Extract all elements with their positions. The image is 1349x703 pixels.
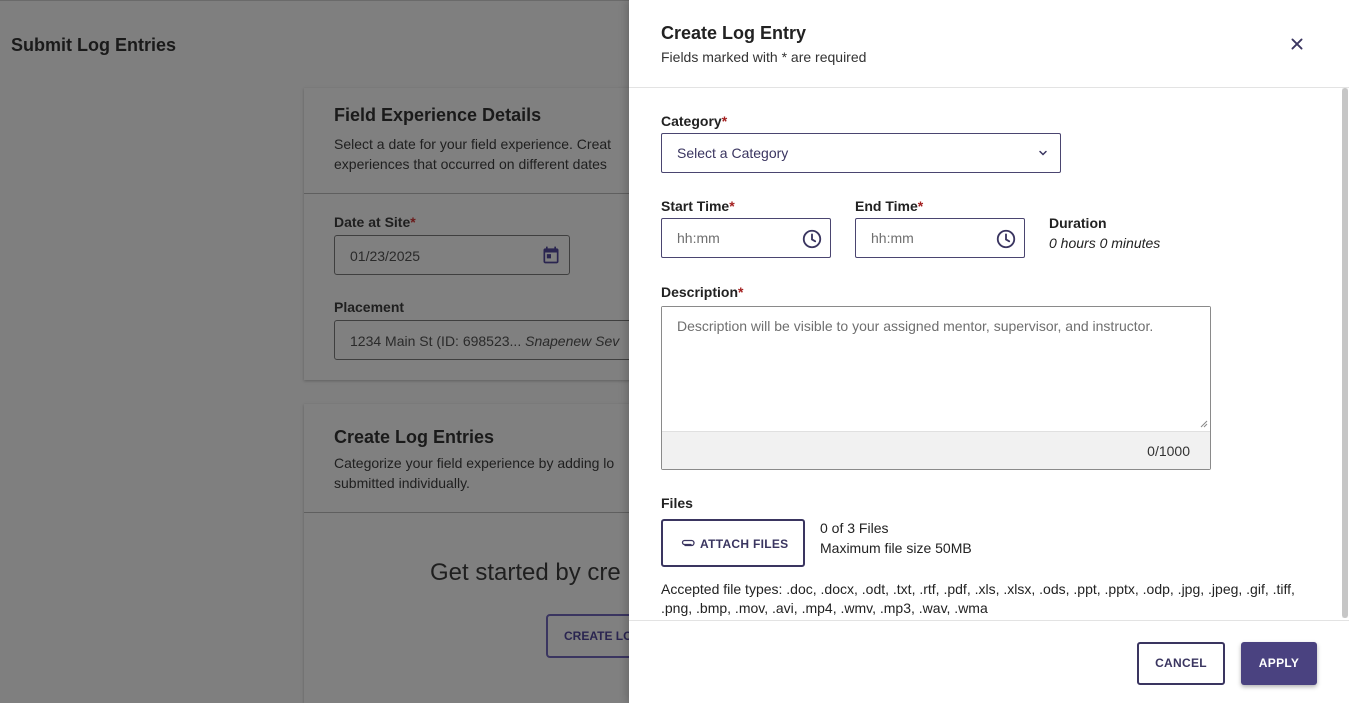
create-log-entries-title: Create Log Entries	[334, 427, 495, 447]
divider	[304, 512, 644, 513]
end-time-label: End Time*	[855, 198, 924, 214]
attach-files-button[interactable]: ATTACH FILES	[661, 519, 805, 567]
files-count: 0 of 3 Files	[820, 520, 889, 536]
resize-grip-icon[interactable]	[1199, 419, 1208, 428]
start-time-label: Start Time*	[661, 198, 735, 214]
field-experience-card: Field Experience Details Select a date f…	[304, 88, 644, 380]
description-footer: 0/1000	[662, 431, 1210, 469]
create-log-entries-description-2: submitted individually.	[334, 475, 470, 491]
cancel-button[interactable]: CANCEL	[1137, 642, 1225, 685]
empty-state-text: Get started by cre	[430, 559, 621, 586]
attach-files-label: ATTACH FILES	[700, 537, 789, 551]
scrollbar-thumb[interactable]	[1342, 88, 1348, 618]
apply-button[interactable]: APPLY	[1241, 642, 1317, 685]
drawer-header: Create Log Entry Fields marked with * ar…	[629, 0, 1349, 88]
clock-icon[interactable]	[801, 228, 823, 250]
description-textarea[interactable]: Description will be visible to your assi…	[662, 307, 1210, 431]
create-log-entries-description-1: Categorize your field experience by addi…	[334, 455, 615, 471]
divider	[304, 193, 644, 194]
drawer-footer: CANCEL APPLY	[629, 620, 1349, 703]
duration-value: 0 hours 0 minutes	[1049, 235, 1161, 251]
calendar-icon[interactable]	[541, 245, 561, 265]
description-field: Description will be visible to your assi…	[661, 306, 1211, 470]
end-time-input[interactable]: hh:mm	[855, 218, 1025, 258]
category-select[interactable]: Select a Category	[661, 133, 1061, 173]
duration-label: Duration	[1049, 215, 1107, 231]
close-icon[interactable]	[1286, 33, 1308, 55]
paperclip-icon	[681, 539, 695, 547]
drawer-title: Create Log Entry	[661, 23, 807, 43]
chevron-down-icon	[1039, 150, 1047, 156]
max-file-size: Maximum file size 50MB	[820, 540, 972, 556]
create-log-entries-card: Create Log Entries Categorize your field…	[304, 404, 666, 703]
page-title: Submit Log Entries	[11, 35, 177, 55]
clock-icon[interactable]	[995, 228, 1017, 250]
field-experience-description-1: Select a date for your field experience.…	[334, 136, 612, 152]
files-label: Files	[661, 495, 693, 511]
date-at-site-input[interactable]: 01/23/2025	[334, 235, 570, 275]
field-experience-title: Field Experience Details	[334, 105, 542, 125]
start-time-input[interactable]: hh:mm	[661, 218, 831, 258]
placement-label: Placement	[334, 299, 405, 315]
field-experience-description-2: experiences that occurred on different d…	[334, 156, 607, 172]
date-at-site-label: Date at Site*	[334, 214, 416, 230]
placement-select[interactable]: 1234 Main St (ID: 698523... Snapenew Sev	[334, 320, 644, 360]
character-counter: 0/1000	[1147, 443, 1190, 459]
description-label: Description*	[661, 284, 744, 300]
accepted-file-types: Accepted file types: .doc, .docx, .odt, …	[661, 581, 1295, 616]
create-log-entry-drawer: Create Log Entry Fields marked with * ar…	[629, 0, 1349, 703]
category-label: Category*	[661, 113, 728, 129]
drawer-body: Category* Select a Category Start Time* …	[629, 88, 1349, 620]
drawer-subtitle: Fields marked with * are required	[661, 49, 867, 65]
